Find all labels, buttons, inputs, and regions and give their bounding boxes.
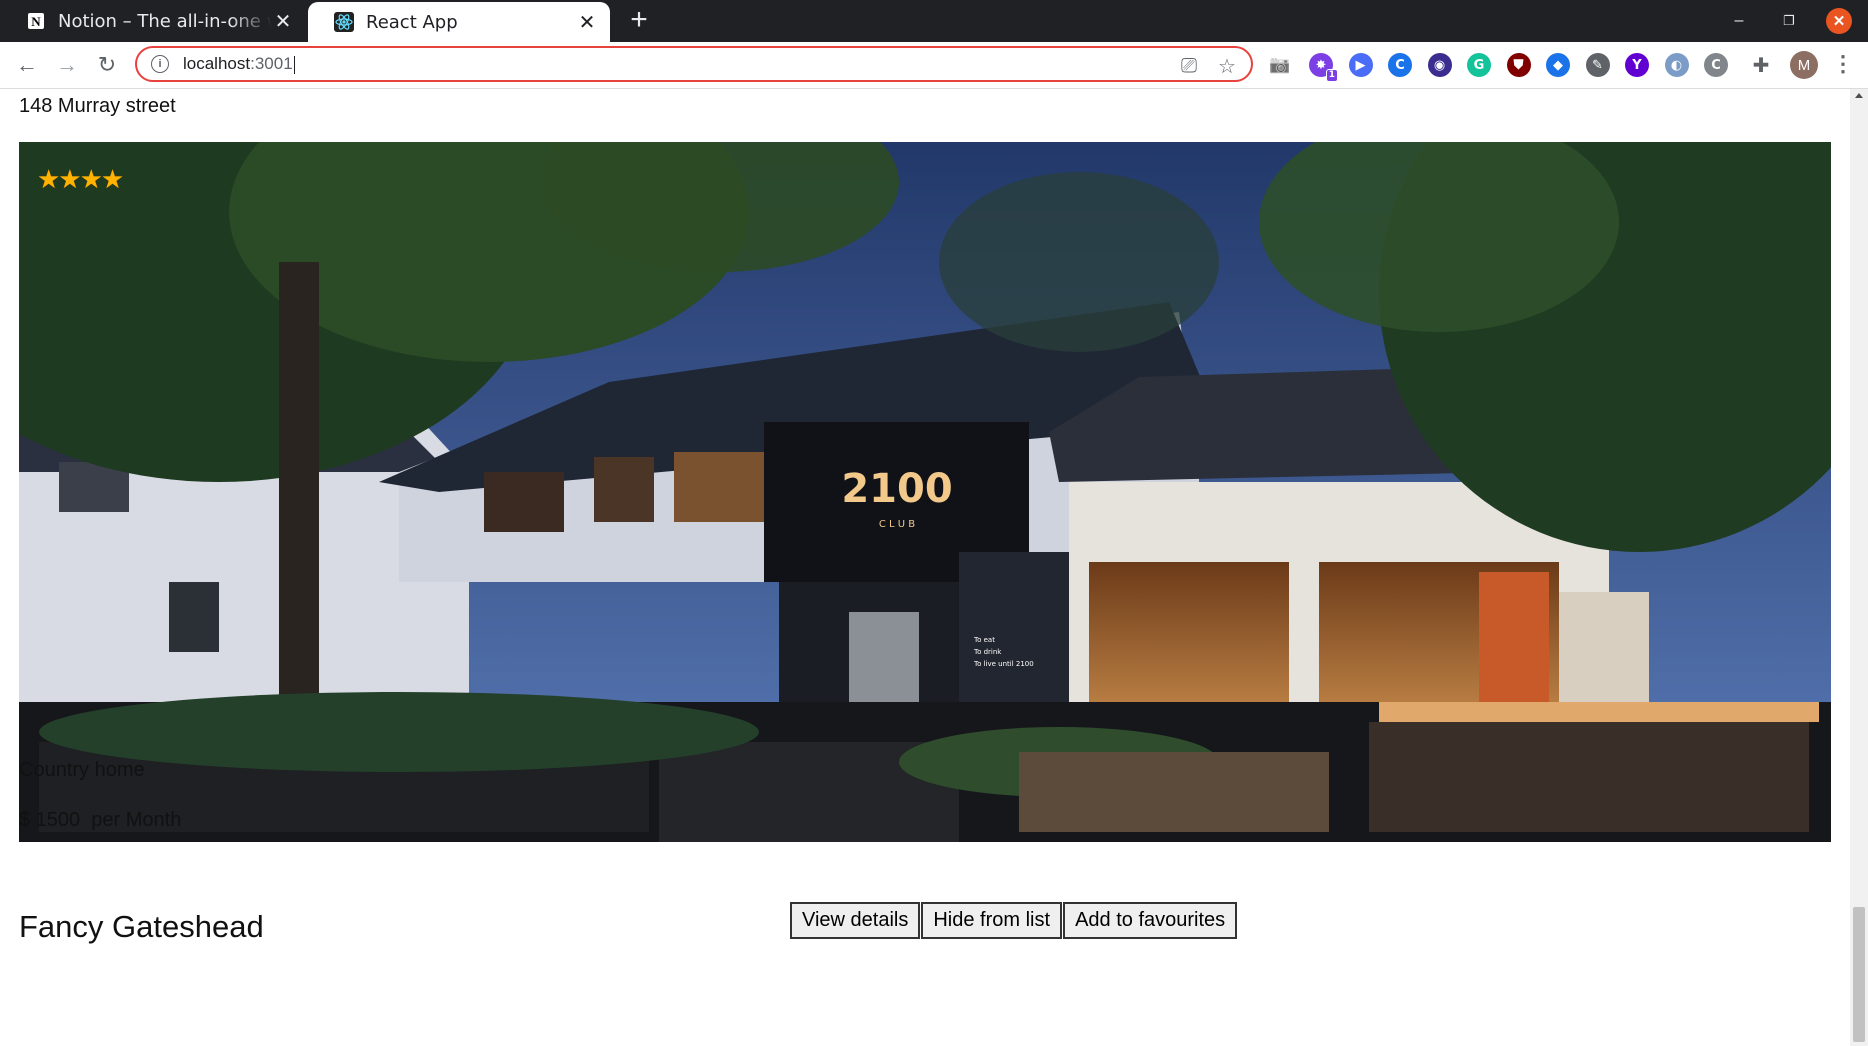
notion-icon: N <box>26 11 46 31</box>
ext-drop-icon[interactable]: ◆ <box>1546 53 1570 77</box>
ext-c-bracket-icon[interactable]: C <box>1704 53 1728 77</box>
ext-ublock-icon[interactable]: ⛊ <box>1506 53 1531 77</box>
listing-type: Country home <box>19 759 145 781</box>
ext-grammarly-icon[interactable]: G <box>1467 53 1491 77</box>
window-close-button[interactable]: ✕ <box>1816 0 1862 42</box>
ext-eyedropper-icon[interactable]: ✎ <box>1585 53 1610 77</box>
url-port: :3001 <box>250 54 293 73</box>
puzzle-extensions-icon[interactable]: ✚ <box>1749 53 1773 77</box>
bookmark-star-icon[interactable]: ☆ <box>1215 54 1239 78</box>
page-scrollbar[interactable] <box>1850 89 1868 1046</box>
rating-stars: ★★★★ <box>37 164 124 194</box>
ext-sphere-icon[interactable]: ◐ <box>1664 53 1689 77</box>
info-icon[interactable]: i <box>151 55 169 73</box>
restaurant-photo-illustration: 2100 C L U B To eat To drink To live unt… <box>19 142 1831 842</box>
react-icon <box>334 12 354 32</box>
door-sign-line-3: To live until 2100 <box>973 660 1034 668</box>
minimize-icon: – <box>1734 12 1744 29</box>
ext-c-icon[interactable]: C <box>1388 53 1412 77</box>
camera-icon[interactable]: 📷 <box>1268 53 1292 77</box>
ext-yahoo-icon[interactable]: Y <box>1625 53 1649 77</box>
ext-purple-burst-icon[interactable]: ✸ 1 <box>1309 53 1338 82</box>
listing-address: 148 Murray street <box>19 95 176 117</box>
listing-price: $ 1500 per Month <box>19 809 181 832</box>
tab-notion[interactable]: N Notion – The all-in-one workspace ✕ <box>0 0 306 42</box>
forward-button[interactable]: → <box>52 50 82 80</box>
tab-react-app[interactable]: React App ✕ <box>308 2 610 42</box>
tab-title: React App <box>366 11 458 33</box>
restore-icon: ❐ <box>1783 13 1795 28</box>
forward-arrow-icon: → <box>56 52 78 77</box>
profile-avatar[interactable]: M <box>1790 51 1818 79</box>
url-host: localhost <box>183 54 251 73</box>
price-period: per Month <box>91 809 182 831</box>
next-listing-title: Fancy Gateshead <box>19 909 264 944</box>
price-amount: $ 1500 <box>19 809 81 831</box>
club-sign-number: 2100 <box>841 466 952 512</box>
cast-icon[interactable]: ⎚ <box>1177 54 1201 78</box>
door-sign-line-2: To drink <box>973 648 1002 656</box>
close-icon[interactable]: ✕ <box>272 9 294 33</box>
page-viewport: 148 Murray street 2100 C L U B To eat To… <box>0 89 1850 1046</box>
listing-photo: 2100 C L U B To eat To drink To live unt… <box>19 142 1831 842</box>
club-sign-subtitle: C L U B <box>879 519 915 530</box>
new-tab-button[interactable]: + <box>624 5 654 36</box>
back-button[interactable]: ← <box>12 50 42 80</box>
address-text[interactable]: localhost:3001 <box>183 54 295 74</box>
browser-toolbar: ← → ↻ i localhost:3001 ⎚ ☆ 📷 ✸ 1 ▶ C ◉ G ⛊ ◆ ✎ Y ◐… <box>0 42 1868 89</box>
reload-icon: ↻ <box>97 52 117 77</box>
tab-title: Notion – The all-in-one workspace <box>58 10 272 32</box>
tab-strip: N Notion – The all-in-one workspace ✕ Re… <box>0 0 1868 42</box>
text-caret <box>293 55 295 74</box>
scroll-up-arrow-icon[interactable] <box>1855 93 1863 98</box>
reload-button[interactable]: ↻ <box>92 50 122 80</box>
back-arrow-icon: ← <box>16 52 38 77</box>
scroll-thumb[interactable] <box>1853 907 1865 1042</box>
add-to-favourites-button[interactable]: Add to favourites <box>1063 902 1238 939</box>
svg-text:N: N <box>31 14 41 29</box>
restore-button[interactable]: ❐ <box>1766 0 1812 42</box>
listing-actions: View details Hide from list Add to favou… <box>790 902 1238 939</box>
window-close-icon: ✕ <box>1826 8 1852 34</box>
close-icon[interactable]: ✕ <box>576 10 598 34</box>
ext-circle-dark-icon[interactable]: ◉ <box>1427 53 1452 77</box>
minimize-button[interactable]: – <box>1716 0 1762 42</box>
hide-from-list-button[interactable]: Hide from list <box>921 902 1063 939</box>
door-sign-line-1: To eat <box>973 636 995 644</box>
extension-badge: 1 <box>1325 69 1338 82</box>
ext-video-icon[interactable]: ▶ <box>1348 53 1373 77</box>
address-bar[interactable]: i localhost:3001 ⎚ ☆ <box>135 46 1253 82</box>
view-details-button[interactable]: View details <box>790 902 921 939</box>
menu-kebab-icon[interactable]: ⋮ <box>1832 51 1854 79</box>
